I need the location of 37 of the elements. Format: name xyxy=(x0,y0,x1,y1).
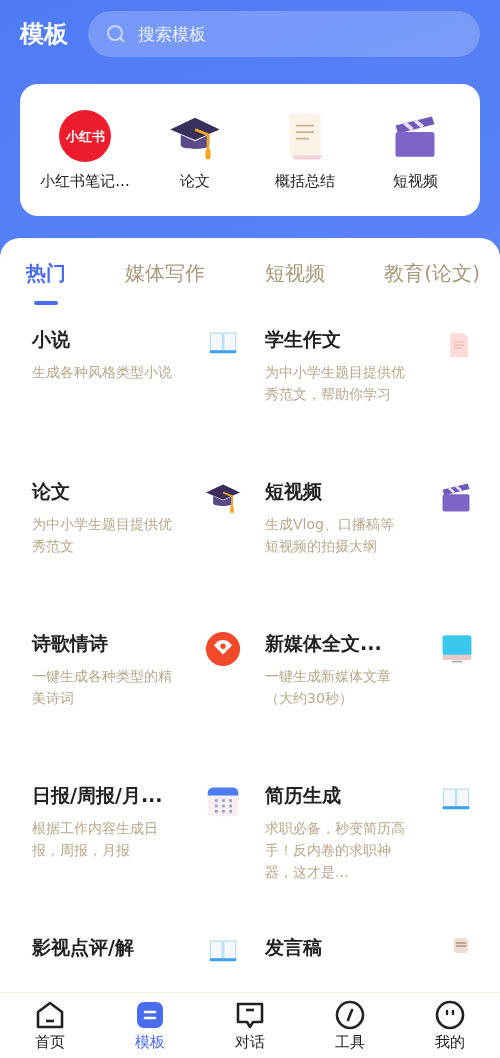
equals-square-icon xyxy=(134,999,166,1031)
template-title[interactable]: 论文 xyxy=(32,479,201,505)
search-icon xyxy=(106,24,126,44)
template-description: 求职必备，秒变简历高手！反内卷的求职神器，这才是... xyxy=(265,819,406,882)
template-description: 为中小学生题目提供优秀范文，帮助你学习 xyxy=(265,363,406,404)
template-title[interactable]: 发言稿 xyxy=(265,935,444,961)
template-title[interactable]: 学生作文 xyxy=(265,327,440,353)
template-description: 生成Vlog、口播稿等短视频的拍摄大纲 xyxy=(265,515,395,556)
template-title[interactable]: 影视点评/解 xyxy=(32,935,201,961)
template-title[interactable]: 简历生成 xyxy=(265,783,434,809)
quick-access-item[interactable]: 概括总结 xyxy=(275,171,335,191)
template-title[interactable]: 诗歌情诗 xyxy=(32,631,201,657)
nav-item[interactable]: 模板 xyxy=(135,1033,165,1052)
compass-icon xyxy=(334,999,366,1031)
nav-item[interactable]: 首页 xyxy=(35,1033,65,1052)
quick-access-item[interactable]: 短视频 xyxy=(392,171,438,191)
template-description: 一键生成各种类型的精美诗词 xyxy=(32,667,173,708)
quick-access-item[interactable]: 论文 xyxy=(180,171,210,191)
nav-item[interactable]: 工具 xyxy=(335,1033,365,1052)
quick-access-item[interactable]: 小红书笔记... xyxy=(40,171,130,191)
home-icon xyxy=(34,999,66,1031)
fan-icon xyxy=(205,631,241,667)
nav-item[interactable]: 我的 xyxy=(435,1033,465,1052)
page-title: 模板 xyxy=(20,19,68,50)
template-description: 根据工作内容生成日报，周报，月报 xyxy=(32,819,159,860)
template-description: 为中小学生题目提供优秀范文 xyxy=(32,515,173,556)
nav-item[interactable]: 对话 xyxy=(235,1033,265,1052)
category-tab[interactable]: 热门 xyxy=(26,260,66,287)
template-title[interactable]: 短视频 xyxy=(265,479,434,505)
template-description: 一键生成新媒体文章（大约30秒） xyxy=(265,667,392,708)
template-description: 生成各种风格类型小说 xyxy=(32,363,173,382)
smiley-icon xyxy=(434,999,466,1031)
template-title[interactable]: 新媒体全文... xyxy=(265,631,436,657)
template-title[interactable]: 日报/周报/月... xyxy=(32,783,201,809)
app-logo-icon: 小红书 xyxy=(59,109,111,162)
template-title[interactable]: 小说 xyxy=(32,327,201,353)
tab-indicator xyxy=(34,301,58,305)
